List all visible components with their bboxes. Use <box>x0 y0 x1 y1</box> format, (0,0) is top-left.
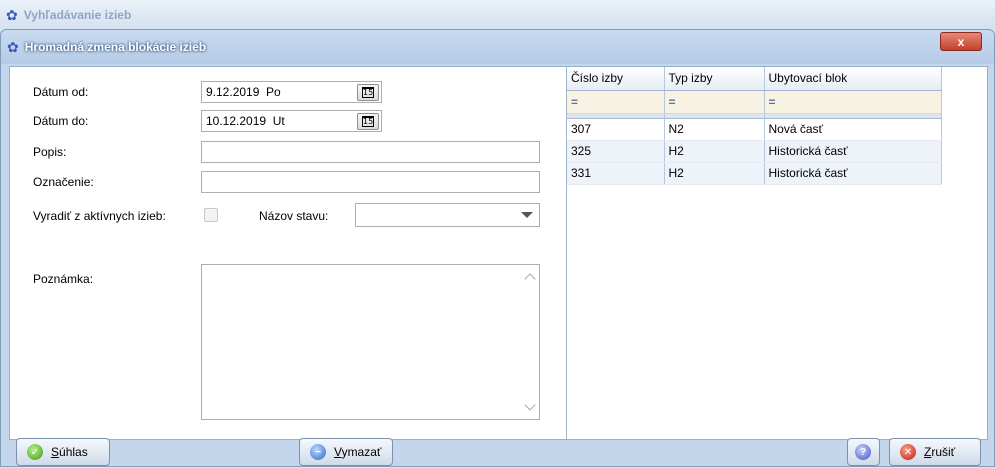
dialog-title-bar[interactable]: ✿ Hromadná zmena blokácie izieb x <box>1 30 994 64</box>
description-input[interactable] <box>201 141 540 163</box>
calendar-icon: 15 <box>362 116 374 127</box>
date-to-calendar-button[interactable]: 15 <box>357 113 379 130</box>
dialog-flower-icon: ✿ <box>7 39 19 55</box>
exclude-active-label: Vyradiť z aktívnych izieb: <box>33 209 166 223</box>
clear-mnemonic: V <box>334 445 342 459</box>
dialog-content: Dátum od: 9.12.2019 Po 15 Dátum do: 10.1… <box>9 66 988 440</box>
clear-button-label: Vymazať <box>334 445 381 459</box>
dialog-button-bar: ✓ Súhlas − Vymazať ? ✕ Zrušiť <box>1 438 994 468</box>
agree-button-label: Súhlas <box>51 445 88 459</box>
table-row[interactable]: 331 H2 Historická časť <box>567 162 942 185</box>
parent-window-title-bar: ✿ Vyhľadávanie izieb <box>0 0 995 29</box>
rooms-grid-panel: Číslo izby Typ izby Ubytovací blok = = =… <box>566 67 987 439</box>
cancel-button[interactable]: ✕ Zrušiť <box>889 438 981 466</box>
description-label: Popis: <box>33 145 67 159</box>
help-icon: ? <box>855 444 871 460</box>
scroll-up-icon[interactable] <box>524 273 536 285</box>
column-header-accommodation-block[interactable]: Ubytovací blok <box>764 67 942 91</box>
date-to-label: Dátum do: <box>33 114 89 128</box>
date-to-value: 10.12.2019 Ut <box>206 114 285 128</box>
filter-cell-room-type[interactable]: = <box>664 90 765 114</box>
date-from-value: 9.12.2019 Po <box>206 85 281 99</box>
cancel-button-label: Zrušiť <box>924 445 955 459</box>
dialog-title: Hromadná zmena blokácie izieb <box>24 40 207 54</box>
state-name-label: Názov stavu: <box>259 209 329 223</box>
date-from-field[interactable]: 9.12.2019 Po 15 <box>201 81 382 103</box>
table-row[interactable]: 307 N2 Nová časť <box>567 118 942 141</box>
state-name-select[interactable] <box>355 203 540 227</box>
cell-accommodation-block: Historická časť <box>764 162 942 185</box>
cell-room-type: H2 <box>664 162 765 185</box>
agree-button[interactable]: ✓ Súhlas <box>16 438 110 466</box>
cell-room-type: H2 <box>664 140 765 163</box>
clear-label-rest: ymazať <box>341 445 382 459</box>
cell-room-number: 307 <box>567 118 665 141</box>
date-from-calendar-button[interactable]: 15 <box>357 84 379 101</box>
cell-accommodation-block: Historická časť <box>764 140 942 163</box>
agree-label-rest: úhlas <box>59 445 88 459</box>
calendar-icon: 15 <box>362 87 374 98</box>
cancel-icon: ✕ <box>900 444 916 460</box>
date-from-label: Dátum od: <box>33 85 89 99</box>
scroll-down-icon[interactable] <box>524 399 536 411</box>
column-header-room-type[interactable]: Typ izby <box>664 67 765 91</box>
cell-room-number: 331 <box>567 162 665 185</box>
exclude-active-checkbox[interactable] <box>204 208 218 222</box>
cancel-label-rest: rušiť <box>931 445 956 459</box>
form-panel: Dátum od: 9.12.2019 Po 15 Dátum do: 10.1… <box>10 67 564 439</box>
rooms-grid: Číslo izby Typ izby Ubytovací blok = = =… <box>567 67 942 185</box>
grid-header-row: Číslo izby Typ izby Ubytovací blok <box>567 67 942 91</box>
note-textarea[interactable] <box>201 264 540 420</box>
note-label: Poznámka: <box>33 272 94 286</box>
close-icon: x <box>957 34 965 49</box>
table-row[interactable]: 325 H2 Historická časť <box>567 140 942 163</box>
grid-filter-row: = = = <box>567 90 942 114</box>
help-button[interactable]: ? <box>847 438 880 466</box>
agree-mnemonic: S <box>51 445 60 459</box>
cell-accommodation-block: Nová časť <box>764 118 942 141</box>
dropdown-arrow-icon[interactable] <box>521 212 533 218</box>
cell-room-type: N2 <box>664 118 765 141</box>
column-header-room-number[interactable]: Číslo izby <box>567 67 665 91</box>
parent-window-title: Vyhľadávanie izieb <box>23 7 132 22</box>
close-button[interactable]: x <box>940 32 982 51</box>
minus-icon: − <box>310 444 326 460</box>
date-to-field[interactable]: 10.12.2019 Ut 15 <box>201 110 382 132</box>
designation-input[interactable] <box>201 171 540 193</box>
filter-cell-accommodation-block[interactable]: = <box>764 90 942 114</box>
check-icon: ✓ <box>27 444 43 460</box>
app-flower-icon: ✿ <box>6 6 18 23</box>
designation-label: Označenie: <box>33 175 94 189</box>
filter-cell-room-number[interactable]: = <box>567 90 665 114</box>
bulk-room-block-dialog: ✿ Hromadná zmena blokácie izieb x Dátum … <box>0 29 995 467</box>
clear-button[interactable]: − Vymazať <box>299 438 393 466</box>
cell-room-number: 325 <box>567 140 665 163</box>
